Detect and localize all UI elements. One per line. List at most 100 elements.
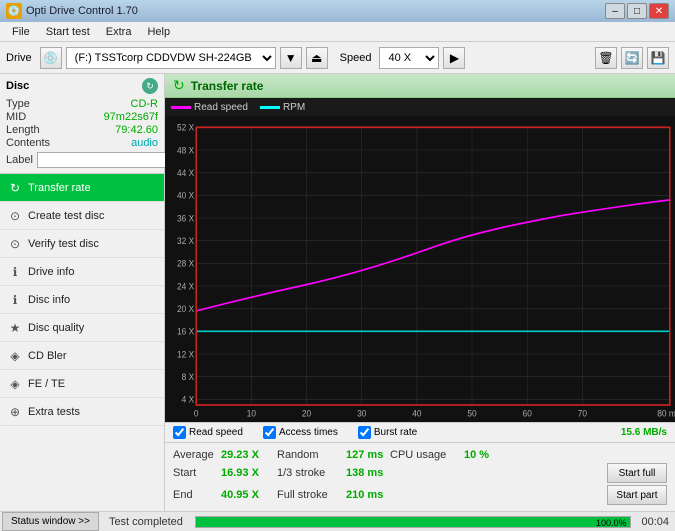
progress-bar <box>196 517 631 527</box>
stroke-label: 1/3 stroke <box>277 467 342 479</box>
nav-drive-info[interactable]: ℹ Drive info <box>0 258 164 286</box>
cd-bler-icon: ◈ <box>8 349 22 363</box>
access-times-checkbox[interactable] <box>263 426 276 439</box>
rpm-legend-color <box>260 106 280 109</box>
svg-text:50: 50 <box>467 408 476 418</box>
disc-refresh-button[interactable]: ↻ <box>142 78 158 94</box>
menu-start-test[interactable]: Start test <box>38 24 98 40</box>
svg-text:20 X: 20 X <box>177 304 194 314</box>
refresh-button[interactable]: 🔄 <box>621 47 643 69</box>
stroke-value: 138 ms <box>346 467 386 479</box>
svg-text:4 X: 4 X <box>182 394 195 404</box>
svg-text:8 X: 8 X <box>182 372 195 382</box>
nav-transfer-rate-label: Transfer rate <box>28 182 91 194</box>
nav-cd-bler-label: CD Bler <box>28 350 67 362</box>
clear-button[interactable]: 🗑 <box>595 47 617 69</box>
disc-type-label: Type <box>6 98 30 110</box>
start-part-button[interactable]: Start part <box>607 485 667 505</box>
disc-label-label: Label <box>6 154 33 166</box>
drive-icon: 💿 <box>40 47 62 69</box>
cpu-usage-value: 10 % <box>464 449 499 461</box>
drive-arrow-button[interactable]: ▼ <box>280 47 302 69</box>
nav-verify-test-disc[interactable]: ⊙ Verify test disc <box>0 230 164 258</box>
title-bar: 💿 Opti Drive Control 1.70 – □ ✕ <box>0 0 675 22</box>
maximize-button[interactable]: □ <box>627 3 647 19</box>
read-speed-legend-color <box>171 106 191 109</box>
menu-help[interactable]: Help <box>139 24 178 40</box>
nav-disc-info-label: Disc info <box>28 294 70 306</box>
status-window-button[interactable]: Status window >> <box>2 512 99 531</box>
fe-te-icon: ◈ <box>8 377 22 391</box>
menu-file[interactable]: File <box>4 24 38 40</box>
nav-disc-quality-label: Disc quality <box>28 322 84 334</box>
chart-title: Transfer rate <box>191 79 264 93</box>
eject-button[interactable]: ⏏ <box>306 47 328 69</box>
rpm-legend-label: RPM <box>283 102 305 113</box>
nav-fe-te-label: FE / TE <box>28 378 65 390</box>
svg-text:36 X: 36 X <box>177 213 194 223</box>
checkbox-row: Read speed Access times Burst rate 15.6 … <box>165 422 675 442</box>
start-full-button[interactable]: Start full <box>607 463 667 483</box>
svg-text:0: 0 <box>194 408 199 418</box>
nav-verify-test-disc-label: Verify test disc <box>28 238 99 250</box>
average-label: Average <box>173 449 217 461</box>
status-bar: Status window >> Test completed 100.0% 0… <box>0 511 675 531</box>
chart-svg: 52 X 48 X 44 X 40 X 36 X 32 X 28 X 24 X … <box>165 116 675 422</box>
svg-text:70: 70 <box>578 408 587 418</box>
average-value: 29.23 X <box>221 449 273 461</box>
disc-contents-label: Contents <box>6 137 50 149</box>
svg-text:40 X: 40 X <box>177 190 194 200</box>
nav-disc-quality[interactable]: ★ Disc quality <box>0 314 164 342</box>
nav-extra-tests[interactable]: ⊕ Extra tests <box>0 398 164 426</box>
svg-text:24 X: 24 X <box>177 281 194 291</box>
verify-test-disc-icon: ⊙ <box>8 237 22 251</box>
disc-quality-icon: ★ <box>8 321 22 335</box>
disc-info-icon: ℹ <box>8 293 22 307</box>
status-time: 00:04 <box>635 516 675 528</box>
svg-text:30: 30 <box>357 408 366 418</box>
stats-section: Average 29.23 X Random 127 ms CPU usage … <box>165 442 675 511</box>
burst-rate-checkbox[interactable] <box>358 426 371 439</box>
toolbar: Drive 💿 (F:) TSSTcorp CDDVDW SH-224GB SB… <box>0 42 675 74</box>
svg-text:40: 40 <box>412 408 421 418</box>
disc-mid-value: 97m22s67f <box>104 111 158 123</box>
nav-create-test-disc-label: Create test disc <box>28 210 104 222</box>
right-panel: ↻ Transfer rate Read speed RPM <box>165 74 675 511</box>
end-label: End <box>173 489 217 501</box>
burst-rate-value: 15.6 MB/s <box>621 427 667 438</box>
nav-transfer-rate[interactable]: ↻ Transfer rate <box>0 174 164 202</box>
svg-text:12 X: 12 X <box>177 349 194 359</box>
svg-text:48 X: 48 X <box>177 145 194 155</box>
close-button[interactable]: ✕ <box>649 3 669 19</box>
disc-length-label: Length <box>6 124 40 136</box>
nav-create-test-disc[interactable]: ⊙ Create test disc <box>0 202 164 230</box>
svg-text:52 X: 52 X <box>177 122 194 132</box>
chart-legend: Read speed RPM <box>165 98 675 116</box>
burst-rate-checkbox-label: Burst rate <box>374 427 417 438</box>
disc-section: Disc ↻ Type CD-R MID 97m22s67f Length 79… <box>0 74 164 174</box>
svg-text:80 min: 80 min <box>657 408 675 418</box>
disc-section-title: Disc <box>6 80 29 92</box>
disc-contents-value: audio <box>131 137 158 149</box>
extra-tests-icon: ⊕ <box>8 405 22 419</box>
speed-arrow-button[interactable]: ▶ <box>443 47 465 69</box>
drive-info-icon: ℹ <box>8 265 22 279</box>
disc-length-value: 79:42.60 <box>115 124 158 136</box>
random-value: 127 ms <box>346 449 386 461</box>
progress-bar-container: 100.0% <box>195 516 632 528</box>
nav-extra-tests-label: Extra tests <box>28 406 80 418</box>
read-speed-checkbox[interactable] <box>173 426 186 439</box>
nav-fe-te[interactable]: ◈ FE / TE <box>0 370 164 398</box>
svg-text:44 X: 44 X <box>177 168 194 178</box>
nav-cd-bler[interactable]: ◈ CD Bler <box>0 342 164 370</box>
speed-select[interactable]: Max4 X8 X16 X24 X32 X40 X48 X52 X <box>379 47 439 69</box>
minimize-button[interactable]: – <box>605 3 625 19</box>
transfer-rate-icon: ↻ <box>8 181 22 195</box>
nav-disc-info[interactable]: ℹ Disc info <box>0 286 164 314</box>
disc-label-input[interactable] <box>37 152 171 168</box>
disc-mid-label: MID <box>6 111 26 123</box>
menu-extra[interactable]: Extra <box>98 24 140 40</box>
drive-select[interactable]: (F:) TSSTcorp CDDVDW SH-224GB SB00 <box>66 47 276 69</box>
save-button[interactable]: 💾 <box>647 47 669 69</box>
menu-bar: File Start test Extra Help <box>0 22 675 42</box>
